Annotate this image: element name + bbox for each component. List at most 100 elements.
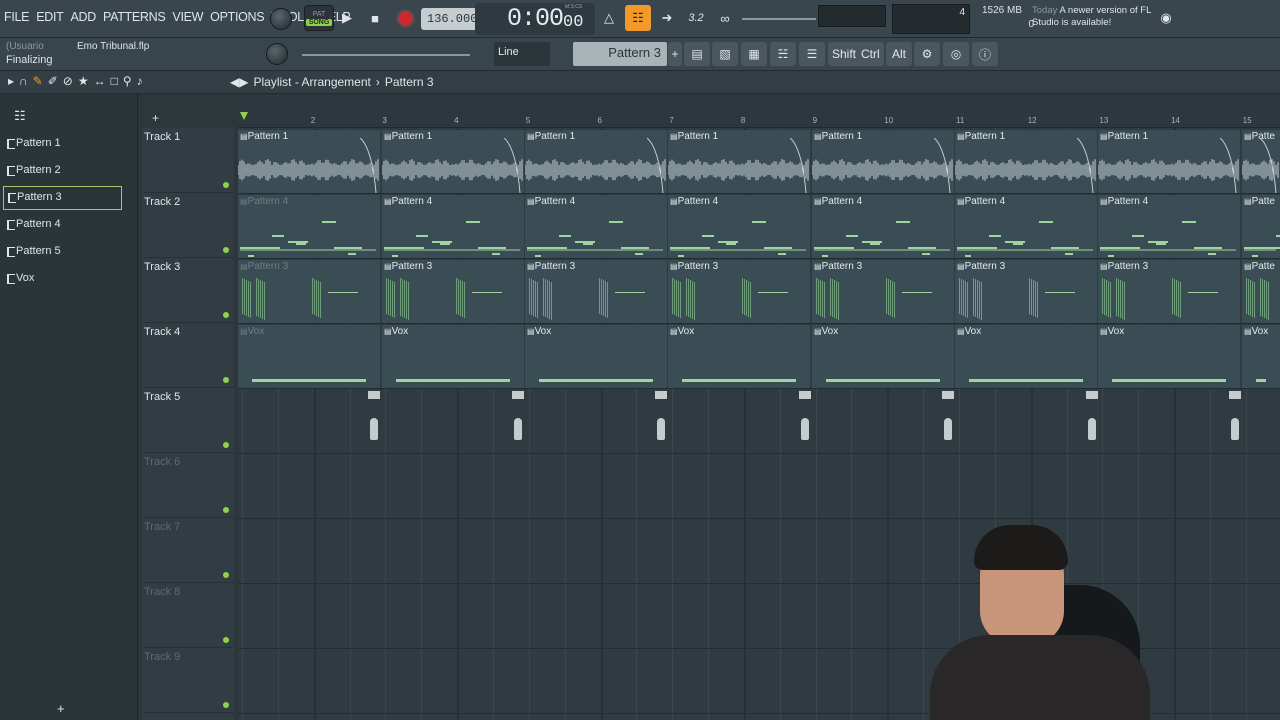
- stop-button[interactable]: ■: [361, 5, 389, 31]
- menu-patterns[interactable]: PATTERNS: [103, 10, 166, 24]
- clip-track2[interactable]: Pattern 4: [955, 195, 1097, 258]
- playlist-button[interactable]: ▤: [684, 42, 710, 66]
- track-led[interactable]: [223, 312, 229, 318]
- piano-roll-button[interactable]: ▧: [712, 42, 738, 66]
- countdown-button[interactable]: 3.2: [683, 5, 709, 31]
- master-volume-knob[interactable]: [270, 8, 292, 30]
- track-header-8[interactable]: Track 8: [142, 583, 234, 648]
- playback-tool-icon[interactable]: ♪: [137, 74, 143, 88]
- time-marker[interactable]: [512, 391, 524, 399]
- clip-track2[interactable]: Pattern 4: [668, 195, 810, 258]
- clip-track4[interactable]: Vox: [525, 325, 667, 388]
- track-header-2[interactable]: Track 2: [142, 193, 234, 258]
- picker-item-pattern-3[interactable]: Pattern 3: [3, 186, 122, 210]
- info-button[interactable]: ⓘ: [972, 42, 998, 66]
- clip-track3[interactable]: Pattern 3: [812, 260, 954, 323]
- magnet-icon[interactable]: ∩: [19, 74, 28, 88]
- track-led[interactable]: [223, 702, 229, 708]
- clip-track2[interactable]: Pattern 4: [238, 195, 380, 258]
- add-pattern-button[interactable]: +: [668, 42, 682, 66]
- clip-track3[interactable]: Pattern 3: [525, 260, 667, 323]
- clip-track4[interactable]: Vox: [668, 325, 810, 388]
- clip-track3[interactable]: Pattern 3: [382, 260, 524, 323]
- clip-track1[interactable]: Patte: [1242, 130, 1280, 193]
- clip-track2[interactable]: Pattern 4: [382, 195, 524, 258]
- ctrl-button[interactable]: Ctrl: [857, 42, 884, 66]
- record-button[interactable]: [391, 5, 419, 31]
- clip-track4[interactable]: Vox: [955, 325, 1097, 388]
- track-header-9[interactable]: Track 9: [142, 648, 234, 713]
- picker-item-pattern-4[interactable]: Pattern 4: [3, 214, 122, 235]
- picker-item-vox[interactable]: Vox: [3, 268, 122, 289]
- pattern-selector[interactable]: Pattern 3: [573, 42, 667, 66]
- track-led[interactable]: [223, 182, 229, 188]
- track-led[interactable]: [223, 442, 229, 448]
- add-track-icon[interactable]: +: [152, 111, 159, 125]
- paint-tool-icon[interactable]: ✐: [48, 74, 58, 88]
- clip-track1[interactable]: Pattern 1: [668, 130, 810, 193]
- track-header-5[interactable]: Track 5: [142, 388, 234, 453]
- clip-track3[interactable]: Pattern 3: [1098, 260, 1240, 323]
- clip-track4[interactable]: Vox: [382, 325, 524, 388]
- channel-rack-button[interactable]: ▦: [741, 42, 767, 66]
- mixer-button[interactable]: ☵: [770, 42, 796, 66]
- clip-track1[interactable]: Pattern 1: [812, 130, 954, 193]
- metronome-button[interactable]: △: [596, 5, 622, 31]
- slip-tool-icon[interactable]: ↔: [94, 74, 106, 88]
- delete-tool-icon[interactable]: ⊘: [63, 74, 73, 88]
- clip-track3[interactable]: Pattern 3: [238, 260, 380, 323]
- clip-track1[interactable]: Pattern 1: [238, 130, 380, 193]
- clip-track2[interactable]: Pattern 4: [812, 195, 954, 258]
- time-marker[interactable]: [368, 391, 380, 399]
- track-header-7[interactable]: Track 7: [142, 518, 234, 583]
- play-button[interactable]: ▶: [333, 5, 361, 31]
- menu-edit[interactable]: EDIT: [36, 10, 64, 24]
- picker-item-pattern-5[interactable]: Pattern 5: [3, 241, 122, 262]
- menu-file[interactable]: FILE: [4, 10, 30, 24]
- playhead-marker[interactable]: [240, 112, 248, 120]
- time-marker[interactable]: [1086, 391, 1098, 399]
- clip-track4[interactable]: Vox: [1242, 325, 1280, 388]
- clip-track3[interactable]: Pattern 3: [955, 260, 1097, 323]
- time-marker[interactable]: [799, 391, 811, 399]
- shift-button[interactable]: Shift: [828, 42, 861, 66]
- time-marker[interactable]: [942, 391, 954, 399]
- menu-options[interactable]: OPTIONS: [210, 10, 264, 24]
- picker-item-pattern-2[interactable]: Pattern 2: [3, 160, 122, 181]
- step-edit-button[interactable]: ➜: [654, 5, 680, 31]
- mute-tool-icon[interactable]: ★: [78, 74, 89, 88]
- pat-song-toggle[interactable]: PAT SONG: [304, 5, 334, 31]
- draw-tool-icon[interactable]: ✎: [33, 74, 43, 88]
- add-track-button[interactable]: +: [57, 701, 65, 716]
- track-header-4[interactable]: Track 4: [142, 323, 234, 388]
- loop-record-button[interactable]: ∞: [712, 5, 738, 31]
- select-tool-icon[interactable]: □: [111, 74, 118, 88]
- clip-track1[interactable]: Pattern 1: [525, 130, 667, 193]
- timeline-ruler[interactable]: 2 3 4 5 6 7 8 9 10 11 12 13 14 15: [238, 112, 1280, 128]
- clip-track1[interactable]: Pattern 1: [955, 130, 1097, 193]
- main-pitch-slider[interactable]: [742, 18, 816, 20]
- browser-button[interactable]: ☰: [799, 42, 825, 66]
- track-led[interactable]: [223, 572, 229, 578]
- time-marker[interactable]: [655, 391, 667, 399]
- clip-track3[interactable]: Pattern 3: [668, 260, 810, 323]
- track-led[interactable]: [223, 377, 229, 383]
- clip-track4[interactable]: Vox: [238, 325, 380, 388]
- zoom-tool-icon[interactable]: ⚲: [123, 74, 132, 88]
- snap-selector[interactable]: Line: [494, 42, 550, 66]
- clip-track4[interactable]: Vox: [812, 325, 954, 388]
- alt-button[interactable]: Alt: [886, 42, 912, 66]
- picker-item-pattern-1[interactable]: Pattern 1: [3, 133, 122, 154]
- menu-view[interactable]: VIEW: [172, 10, 203, 24]
- clip-track2[interactable]: Pattern 4: [1098, 195, 1240, 258]
- clip-track4[interactable]: Vox: [1098, 325, 1240, 388]
- time-marker[interactable]: [1229, 391, 1241, 399]
- main-pitch-knob[interactable]: [266, 43, 288, 65]
- track-led[interactable]: [223, 507, 229, 513]
- picker-toggle-button[interactable]: ☷: [14, 108, 26, 124]
- menu-add[interactable]: ADD: [70, 10, 96, 24]
- track-led[interactable]: [223, 247, 229, 253]
- plugin-database-button[interactable]: ⚙: [914, 42, 940, 66]
- typing-keyboard-button[interactable]: ☷: [625, 5, 651, 31]
- options-arrow-icon[interactable]: ▸: [8, 74, 14, 88]
